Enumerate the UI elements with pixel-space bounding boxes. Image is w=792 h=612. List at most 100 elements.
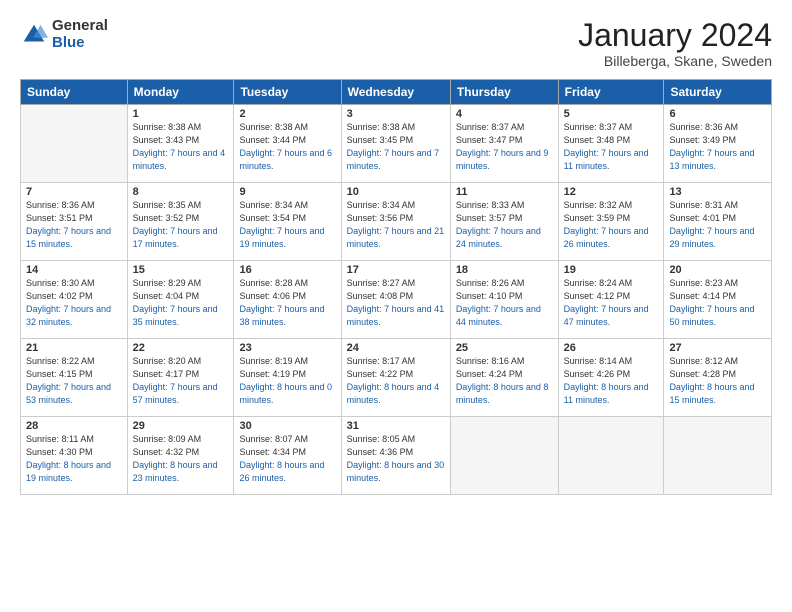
day-info: Sunrise: 8:23 AMSunset: 4:14 PMDaylight:… [669,277,766,329]
logo-blue-text: Blue [52,35,108,52]
sunset-text: Sunset: 3:43 PM [133,135,200,145]
sunset-text: Sunset: 4:19 PM [239,369,306,379]
sunrise-text: Sunrise: 8:07 AM [239,434,308,444]
sunset-text: Sunset: 3:52 PM [133,213,200,223]
day-info: Sunrise: 8:16 AMSunset: 4:24 PMDaylight:… [456,355,553,407]
calendar-cell: 25Sunrise: 8:16 AMSunset: 4:24 PMDayligh… [450,339,558,417]
calendar-cell [450,417,558,495]
day-number: 12 [564,186,659,198]
weekday-header-thursday: Thursday [450,80,558,105]
day-info: Sunrise: 8:37 AMSunset: 3:47 PMDaylight:… [456,121,553,173]
day-info: Sunrise: 8:30 AMSunset: 4:02 PMDaylight:… [26,277,122,329]
logo-icon [20,21,48,49]
day-info: Sunrise: 8:31 AMSunset: 4:01 PMDaylight:… [669,199,766,251]
calendar-cell: 9Sunrise: 8:34 AMSunset: 3:54 PMDaylight… [234,183,341,261]
sunset-text: Sunset: 4:15 PM [26,369,93,379]
day-info: Sunrise: 8:11 AMSunset: 4:30 PMDaylight:… [26,433,122,485]
day-number: 7 [26,186,122,198]
sunrise-text: Sunrise: 8:32 AM [564,200,633,210]
day-info: Sunrise: 8:32 AMSunset: 3:59 PMDaylight:… [564,199,659,251]
sunset-text: Sunset: 3:56 PM [347,213,414,223]
day-info: Sunrise: 8:12 AMSunset: 4:28 PMDaylight:… [669,355,766,407]
calendar-cell: 11Sunrise: 8:33 AMSunset: 3:57 PMDayligh… [450,183,558,261]
sunset-text: Sunset: 3:51 PM [26,213,93,223]
calendar-cell [558,417,664,495]
day-number: 21 [26,342,122,354]
day-number: 4 [456,108,553,120]
day-info: Sunrise: 8:36 AMSunset: 3:51 PMDaylight:… [26,199,122,251]
calendar-cell: 14Sunrise: 8:30 AMSunset: 4:02 PMDayligh… [21,261,128,339]
day-number: 30 [239,420,335,432]
day-info: Sunrise: 8:17 AMSunset: 4:22 PMDaylight:… [347,355,445,407]
sunrise-text: Sunrise: 8:33 AM [456,200,525,210]
sunrise-text: Sunrise: 8:14 AM [564,356,633,366]
day-number: 8 [133,186,229,198]
day-info: Sunrise: 8:22 AMSunset: 4:15 PMDaylight:… [26,355,122,407]
day-number: 6 [669,108,766,120]
daylight-text: Daylight: 7 hours and 6 minutes. [239,148,332,171]
daylight-text: Daylight: 7 hours and 13 minutes. [669,148,754,171]
sunrise-text: Sunrise: 8:35 AM [133,200,202,210]
calendar-cell: 5Sunrise: 8:37 AMSunset: 3:48 PMDaylight… [558,105,664,183]
daylight-text: Daylight: 7 hours and 7 minutes. [347,148,440,171]
daylight-text: Daylight: 8 hours and 8 minutes. [456,382,549,405]
sunset-text: Sunset: 3:47 PM [456,135,523,145]
sunrise-text: Sunrise: 8:09 AM [133,434,202,444]
day-number: 23 [239,342,335,354]
daylight-text: Daylight: 7 hours and 26 minutes. [564,226,649,249]
header: General Blue January 2024 Billeberga, Sk… [20,18,772,69]
day-info: Sunrise: 8:33 AMSunset: 3:57 PMDaylight:… [456,199,553,251]
calendar-cell: 30Sunrise: 8:07 AMSunset: 4:34 PMDayligh… [234,417,341,495]
calendar-cell: 6Sunrise: 8:36 AMSunset: 3:49 PMDaylight… [664,105,772,183]
day-info: Sunrise: 8:20 AMSunset: 4:17 PMDaylight:… [133,355,229,407]
calendar-cell: 4Sunrise: 8:37 AMSunset: 3:47 PMDaylight… [450,105,558,183]
sunset-text: Sunset: 3:45 PM [347,135,414,145]
day-number: 29 [133,420,229,432]
daylight-text: Daylight: 8 hours and 26 minutes. [239,460,324,483]
calendar-table: SundayMondayTuesdayWednesdayThursdayFrid… [20,79,772,495]
daylight-text: Daylight: 7 hours and 17 minutes. [133,226,218,249]
daylight-text: Daylight: 7 hours and 57 minutes. [133,382,218,405]
day-number: 11 [456,186,553,198]
daylight-text: Daylight: 7 hours and 47 minutes. [564,304,649,327]
sunrise-text: Sunrise: 8:36 AM [669,122,738,132]
sunset-text: Sunset: 4:26 PM [564,369,631,379]
daylight-text: Daylight: 7 hours and 44 minutes. [456,304,541,327]
sunset-text: Sunset: 4:24 PM [456,369,523,379]
sunset-text: Sunset: 4:30 PM [26,447,93,457]
day-number: 10 [347,186,445,198]
day-number: 2 [239,108,335,120]
day-number: 19 [564,264,659,276]
day-number: 14 [26,264,122,276]
weekday-header-row: SundayMondayTuesdayWednesdayThursdayFrid… [21,80,772,105]
calendar-cell [664,417,772,495]
sunrise-text: Sunrise: 8:28 AM [239,278,308,288]
calendar-cell: 1Sunrise: 8:38 AMSunset: 3:43 PMDaylight… [127,105,234,183]
day-info: Sunrise: 8:37 AMSunset: 3:48 PMDaylight:… [564,121,659,173]
weekday-header-sunday: Sunday [21,80,128,105]
sunrise-text: Sunrise: 8:26 AM [456,278,525,288]
day-number: 16 [239,264,335,276]
daylight-text: Daylight: 8 hours and 19 minutes. [26,460,111,483]
sunrise-text: Sunrise: 8:37 AM [564,122,633,132]
calendar-cell: 24Sunrise: 8:17 AMSunset: 4:22 PMDayligh… [341,339,450,417]
day-number: 3 [347,108,445,120]
daylight-text: Daylight: 7 hours and 4 minutes. [133,148,226,171]
day-info: Sunrise: 8:36 AMSunset: 3:49 PMDaylight:… [669,121,766,173]
sunrise-text: Sunrise: 8:31 AM [669,200,738,210]
sunrise-text: Sunrise: 8:30 AM [26,278,95,288]
sunrise-text: Sunrise: 8:38 AM [133,122,202,132]
sunset-text: Sunset: 4:17 PM [133,369,200,379]
calendar-cell: 17Sunrise: 8:27 AMSunset: 4:08 PMDayligh… [341,261,450,339]
day-number: 28 [26,420,122,432]
daylight-text: Daylight: 7 hours and 21 minutes. [347,226,445,249]
calendar-cell: 28Sunrise: 8:11 AMSunset: 4:30 PMDayligh… [21,417,128,495]
sunrise-text: Sunrise: 8:29 AM [133,278,202,288]
day-info: Sunrise: 8:34 AMSunset: 3:56 PMDaylight:… [347,199,445,251]
day-info: Sunrise: 8:28 AMSunset: 4:06 PMDaylight:… [239,277,335,329]
day-number: 25 [456,342,553,354]
sunrise-text: Sunrise: 8:22 AM [26,356,95,366]
day-info: Sunrise: 8:38 AM Sunset: 3:43 PM Daylight:… [133,121,229,173]
calendar-cell: 2Sunrise: 8:38 AMSunset: 3:44 PMDaylight… [234,105,341,183]
calendar-cell: 10Sunrise: 8:34 AMSunset: 3:56 PMDayligh… [341,183,450,261]
